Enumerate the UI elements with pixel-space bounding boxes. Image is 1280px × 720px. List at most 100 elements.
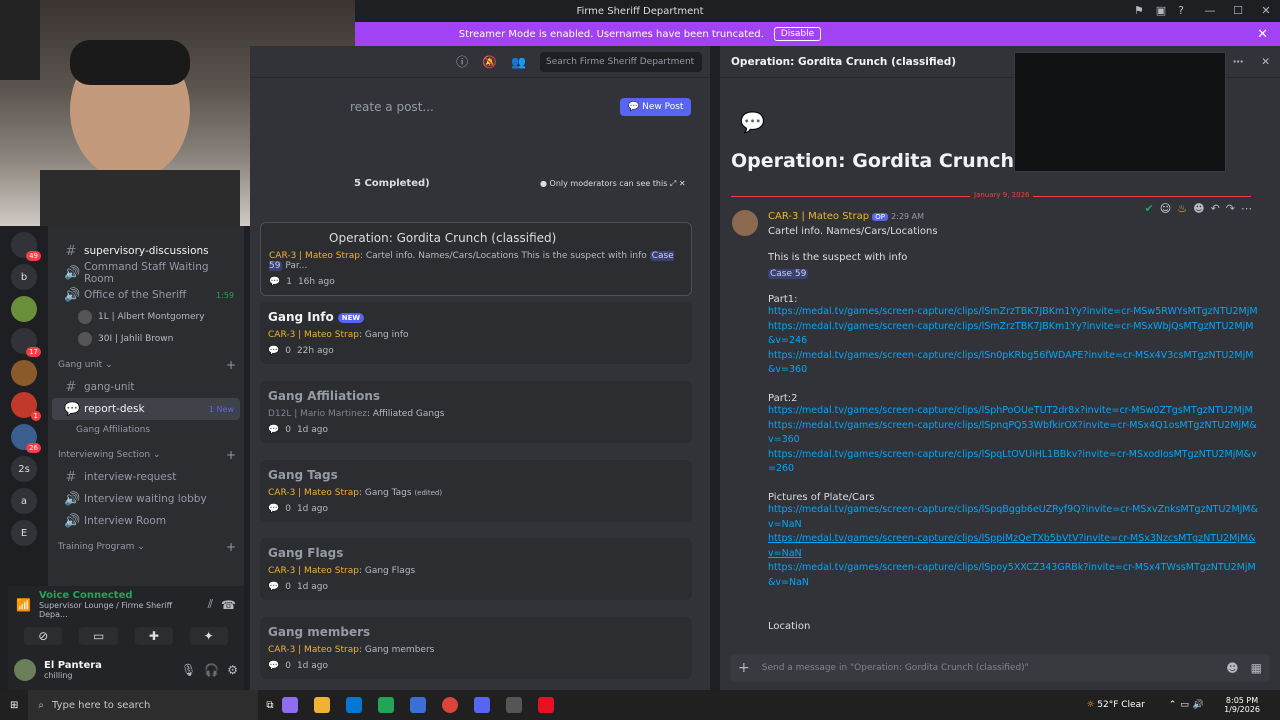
channel-interview-room[interactable]: 🔊 Interview Room [52, 510, 240, 532]
forum-post[interactable]: Gang Info NEW CAR-3 | Mateo Strap: Gang i… [260, 302, 692, 364]
close-icon[interactable]: ✕ [1261, 56, 1270, 68]
clip-link[interactable]: https://medal.tv/games/screen-capture/cl… [768, 305, 1258, 320]
plus-icon[interactable]: + [226, 540, 236, 554]
disable-streamer-button[interactable]: Disable [773, 27, 822, 41]
clip-link[interactable]: https://medal.tv/games/screen-capture/cl… [768, 320, 1258, 349]
minimize-button[interactable]: — [1196, 0, 1224, 22]
clip-link[interactable]: https://medal.tv/games/screen-capture/cl… [768, 349, 1258, 378]
file-explorer-icon[interactable] [313, 697, 330, 713]
case-tag[interactable]: Case 59 [768, 269, 809, 279]
outlook-icon[interactable] [345, 697, 362, 713]
avatar[interactable] [14, 659, 36, 681]
close-window-button[interactable]: ✕ [1252, 0, 1280, 22]
category-gang[interactable]: Gang unit ⌄ + [48, 354, 244, 376]
help-icon[interactable]: ? [1178, 0, 1184, 22]
close-icon[interactable]: ✕ [1257, 27, 1268, 42]
mic-icon[interactable]: 🎙 [181, 663, 196, 677]
headphones-icon[interactable]: 🎧 [204, 663, 219, 677]
weather-widget[interactable]: ☼ 52°F Clear [1086, 700, 1144, 710]
settings-icon[interactable]: ⚙ [227, 663, 238, 677]
fire-reaction-icon[interactable]: ♨ [1177, 202, 1187, 215]
channel-report-desk[interactable]: 💬 report-desk 1 New [52, 398, 240, 420]
clip-link[interactable]: https://medal.tv/games/screen-capture/cl… [768, 448, 1258, 477]
noise-icon[interactable]: ⫽ [208, 597, 213, 612]
forum-post[interactable]: Gang Affiliations D12L | Mario Martinez:… [260, 381, 692, 443]
check-reaction-icon[interactable]: ✔ [1145, 202, 1154, 215]
create-post-input[interactable]: reate a post... [350, 100, 434, 114]
maximize-button[interactable]: ☐ [1224, 0, 1252, 22]
channel-office[interactable]: 🔊 Office of the Sheriff 1:59 [52, 284, 240, 306]
disconnect-icon[interactable]: ☎ [221, 598, 236, 612]
server-icon[interactable] [11, 360, 37, 386]
expand-icon[interactable]: ⤢ [670, 179, 676, 188]
plus-icon[interactable]: + [226, 448, 236, 462]
voice-user[interactable]: 1L | Albert Montgomery [48, 306, 244, 328]
screen-share-icon[interactable]: ▭ [78, 627, 119, 645]
app-icon[interactable] [409, 697, 426, 713]
thread-gang-affiliations[interactable]: Gang Affiliations [48, 420, 244, 440]
apps-icon[interactable]: ▦ [1251, 661, 1262, 675]
clip-link[interactable]: https://medal.tv/games/screen-capture/cl… [768, 419, 1258, 448]
tray-icons[interactable]: ⌃▭🔊 [1169, 700, 1208, 710]
more-icon[interactable]: ⋯ [1233, 56, 1244, 68]
more-icon[interactable]: ⋯ [1241, 202, 1252, 215]
server-icon[interactable]: 26 [11, 424, 41, 453]
windows-start-icon[interactable]: ⊞ [10, 700, 18, 711]
screen-icon[interactable]: ▣ [1156, 0, 1166, 22]
reply-icon[interactable]: ↶ [1211, 202, 1220, 215]
server-icon[interactable]: 1 [11, 392, 41, 421]
emoji-icon[interactable]: ☻ [1193, 202, 1204, 215]
server-icon[interactable]: 49 [11, 232, 41, 261]
task-view-icon[interactable]: ⧉ [266, 700, 273, 711]
server-icon[interactable]: 17 [11, 328, 41, 357]
category-training[interactable]: Training Program ⌄ + [48, 536, 244, 558]
clock[interactable]: 8:05 PM 1/9/2026 [1224, 696, 1260, 714]
new-post-button[interactable]: 💬 New Post [620, 98, 692, 116]
message-composer[interactable]: + Send a message in "Operation: Gordita … [730, 654, 1270, 682]
activity-icon[interactable]: ✚ [134, 627, 173, 645]
channel-gang-unit[interactable]: # gang-unit [52, 376, 240, 398]
category-interview[interactable]: Interviewing Section ⌄ + [48, 444, 244, 466]
app-icon[interactable] [537, 697, 554, 713]
clip-link[interactable]: https://medal.tv/games/screen-capture/cl… [768, 561, 1258, 590]
voice-user[interactable]: 30I | Jahlil Brown [48, 328, 244, 350]
emoji-icon[interactable]: ☻ [1226, 661, 1239, 675]
channel-interview-request[interactable]: # interview-request [52, 466, 240, 488]
clip-link[interactable]: https://medal.tv/games/screen-capture/cl… [768, 532, 1258, 561]
channel-supervisory[interactable]: # supervisory-discussions [52, 240, 240, 262]
forum-post[interactable]: Operation: Gordita Crunch (classified) C… [260, 222, 692, 296]
soundboard-icon[interactable]: ✦ [189, 627, 228, 645]
forum-post[interactable]: Gang Tags CAR-3 | Mateo Strap: Gang Tags… [260, 460, 692, 522]
server-icon[interactable]: b [11, 264, 37, 290]
voice-location[interactable]: Supervisor Lounge / Firme Sheriff Depa..… [39, 601, 200, 619]
channel-interview-lobby[interactable]: 🔊 Interview waiting lobby [52, 488, 240, 510]
channel-command-staff[interactable]: 🔊 Command Staff Waiting Room [52, 261, 240, 285]
info-icon[interactable]: ⓘ [456, 53, 468, 70]
search-input[interactable]: Search Firme Sheriff Department [540, 51, 702, 72]
server-icon[interactable]: E [11, 520, 37, 546]
plus-icon[interactable]: + [226, 358, 236, 372]
server-icon[interactable]: 2s [11, 456, 37, 482]
forward-icon[interactable]: ↷ [1226, 202, 1235, 215]
copilot-icon[interactable] [281, 697, 298, 713]
laugh-reaction-icon[interactable]: ☺ [1160, 202, 1171, 215]
settings-icon[interactable] [505, 697, 522, 713]
flag-icon[interactable]: ⚑ [1134, 0, 1144, 22]
chrome-icon[interactable] [441, 697, 458, 713]
discord-icon[interactable] [473, 697, 490, 713]
notification-icon[interactable]: 🔕 [482, 55, 497, 69]
app-icon[interactable] [377, 697, 394, 713]
message-input[interactable]: Send a message in "Operation: Gordita Cr… [762, 663, 1029, 673]
taskbar-search[interactable]: ⌕ Type here to search [28, 690, 259, 720]
members-icon[interactable]: 👥 [511, 55, 526, 69]
close-icon[interactable]: ✕ [679, 179, 686, 188]
clip-link[interactable]: https://medal.tv/games/screen-capture/cl… [768, 503, 1258, 532]
avatar[interactable] [732, 210, 758, 236]
plus-icon[interactable]: + [738, 660, 750, 676]
server-icon[interactable]: a [11, 488, 37, 514]
video-icon[interactable]: ⊘ [24, 627, 63, 645]
clip-link[interactable]: https://medal.tv/games/screen-capture/cl… [768, 404, 1258, 419]
forum-post[interactable]: Gang members CAR-3 | Mateo Strap: Gang m… [260, 617, 692, 679]
server-icon[interactable] [11, 296, 37, 322]
forum-post[interactable]: Gang Flags CAR-3 | Mateo Strap: Gang Fla… [260, 538, 692, 600]
